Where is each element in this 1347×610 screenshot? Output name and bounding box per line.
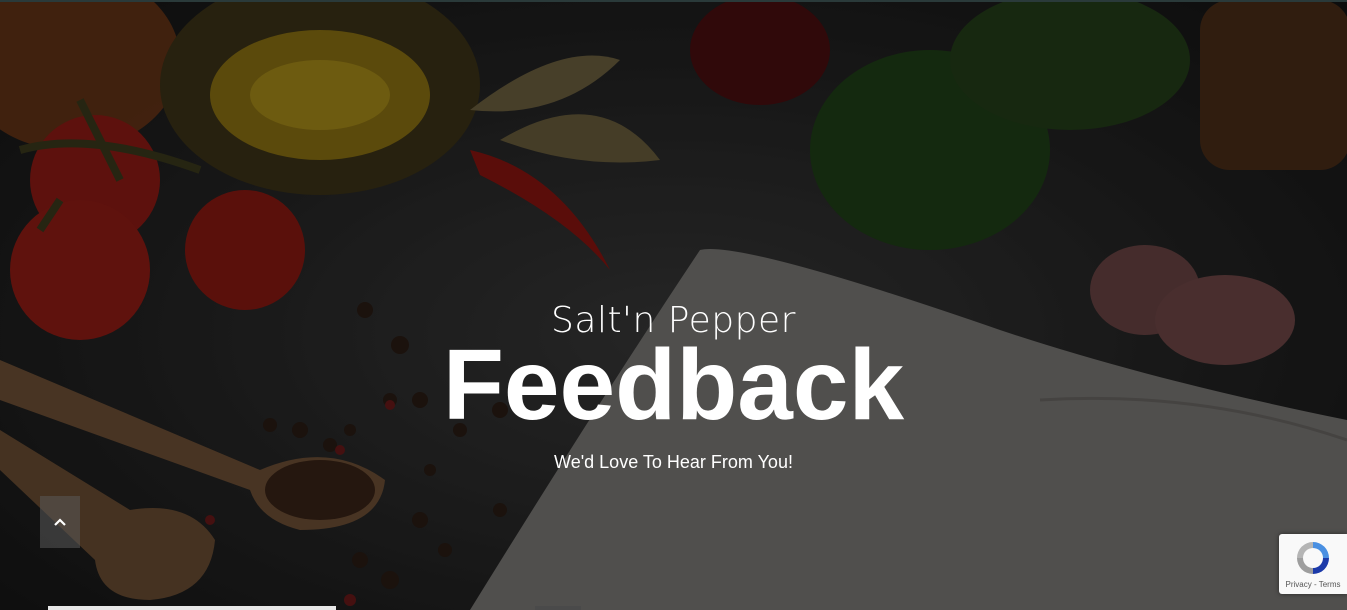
page-subtitle: We'd Love To Hear From You! — [554, 452, 793, 472]
scroll-to-top-button[interactable] — [40, 496, 80, 548]
recaptcha-separator: - — [1313, 580, 1317, 589]
recaptcha-icon — [1297, 542, 1329, 574]
top-border — [0, 0, 1347, 2]
hero-section: Salt'n Pepper Feedback We'd Love To Hear… — [0, 0, 1347, 610]
recaptcha-links: Privacy - Terms — [1279, 580, 1347, 589]
recaptcha-terms-link[interactable]: Terms — [1319, 580, 1341, 589]
chevron-up-icon — [54, 518, 66, 526]
hero-heading-group: Salt'n Pepper Feedback We'd Love To Hear… — [0, 296, 1347, 474]
page-title: Feedback — [442, 329, 905, 441]
recaptcha-badge[interactable]: Privacy - Terms — [1279, 534, 1347, 594]
bottom-strip-secondary — [535, 606, 581, 610]
bottom-strip — [48, 606, 336, 610]
recaptcha-privacy-link[interactable]: Privacy — [1286, 580, 1312, 589]
